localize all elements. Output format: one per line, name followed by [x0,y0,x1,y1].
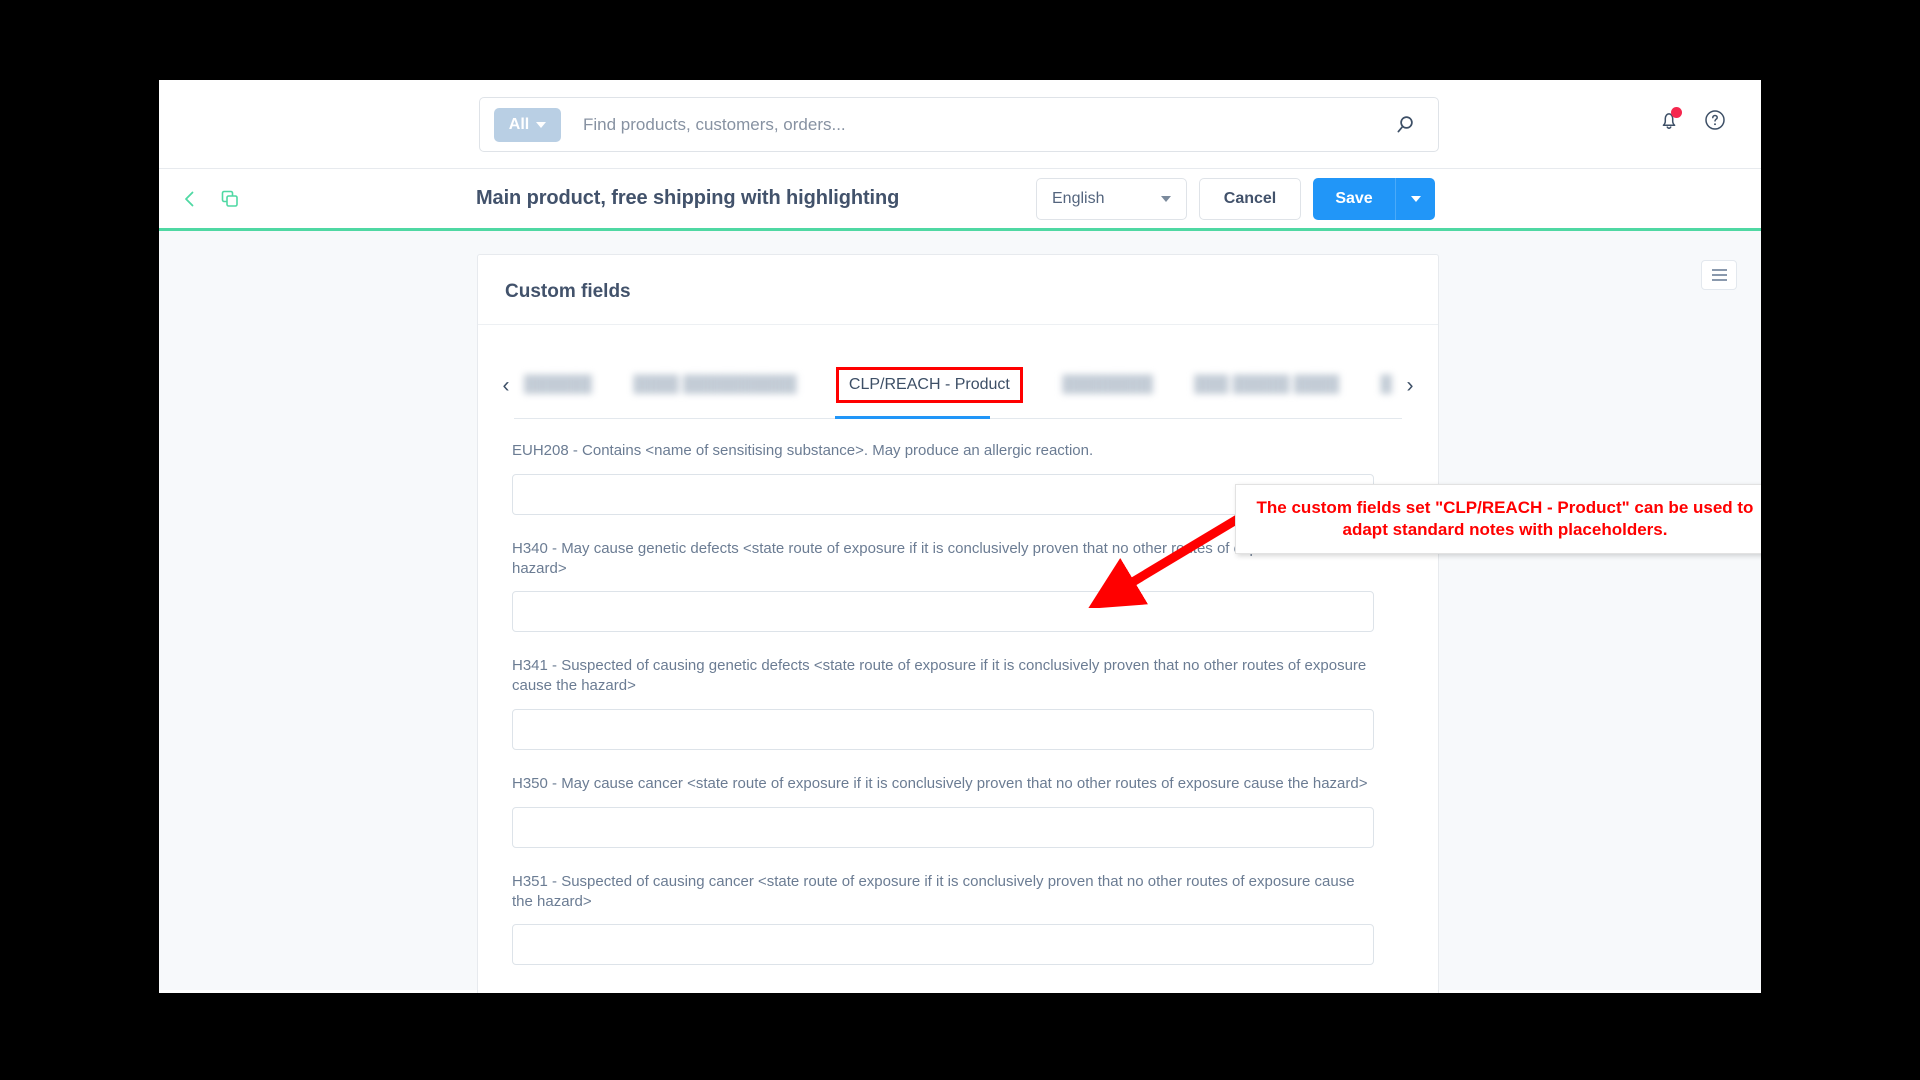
custom-field-label: H350 - May cause cancer <state route of … [512,774,1368,792]
global-search-bar: All [479,97,1439,152]
annotation-text: The custom fields set "CLP/REACH - Produ… [1256,498,1754,539]
tab-item-3[interactable]: ████████ [1060,370,1155,400]
app-viewport: All Find products, customers, orders... … [159,80,1761,993]
bar-3 [1711,279,1727,281]
content-area: Custom fields ‹ ██████ ████ ██████████ CLP… [159,231,1761,993]
page-title: Main product, free shipping with highlig… [476,187,900,209]
annotation-callout: The custom fields set "CLP/REACH - Produ… [1235,484,1761,554]
tab-strip: ‹ ██████ ████ ██████████ CLP/REACH - Produ… [478,351,1438,419]
chevron-down-icon [1410,195,1421,202]
tab-active-underline [835,416,990,419]
chevron-down-icon [1161,195,1171,202]
header-nav-icons [179,188,241,210]
notification-badge [1671,107,1682,118]
annotation-arrow [1087,513,1244,608]
custom-field-input[interactable] [512,924,1374,966]
tab-list: ██████ ████ ██████████ CLP/REACH - Product… [516,351,1400,419]
header-actions: English Cancel Save [1036,177,1435,220]
chevron-left-icon[interactable] [179,188,201,210]
tab-prev-arrow[interactable]: ‹ [496,375,516,396]
custom-field-label: H351 - Suspected of causing cancer <stat… [512,872,1355,910]
tab-item-1[interactable]: ████ ██████████ [631,370,798,400]
card-title: Custom fields [505,281,631,302]
search-scope-selector[interactable]: All [494,107,561,142]
cancel-button[interactable]: Cancel [1199,177,1301,220]
help-circle-icon[interactable] [1703,108,1727,132]
top-search-bar: All [159,80,1761,169]
language-select[interactable]: English [1036,177,1187,220]
custom-field-input[interactable] [512,806,1374,848]
tab-item-5[interactable]: █ [1379,370,1394,400]
tab-clp-reach-product[interactable]: CLP/REACH - Product [835,367,1023,403]
bar-1 [1711,269,1727,271]
hamburger-bars [1711,268,1727,283]
custom-field-input[interactable] [512,708,1374,750]
search-icon[interactable] [1395,114,1416,135]
bar-2 [1711,274,1727,276]
search-input[interactable] [583,114,1395,135]
tab-item-4[interactable]: ███ █████ ████ [1192,370,1341,400]
save-button-group: Save [1313,177,1435,220]
custom-field-2: H341 - Suspected of causing genetic defe… [512,656,1404,750]
custom-field-4: H351 - Suspected of causing cancer <stat… [512,872,1404,966]
page-header-bar: Main product, free shipping with highlig… [159,169,1761,231]
search-scope-label: All [508,115,530,133]
custom-fields-card: Custom fields ‹ ██████ ████ ██████████ CLP… [477,254,1439,993]
save-dropdown-button[interactable] [1395,177,1435,220]
save-button[interactable]: Save [1313,177,1395,220]
tab-next-arrow[interactable]: › [1400,375,1420,396]
custom-field-3: H350 - May cause cancer <state route of … [512,774,1404,848]
tab-item-0[interactable]: ██████ [522,370,594,400]
custom-field-label: EUH208 - Contains <name of sensitising s… [512,442,1094,459]
list-menu-icon[interactable] [1701,260,1737,290]
topbar-actions [1657,107,1727,132]
bell-icon[interactable] [1657,107,1682,132]
chevron-down-icon [536,121,547,128]
language-select-value: English [1052,189,1105,207]
divider [478,324,1438,325]
custom-field-label: H341 - Suspected of causing genetic defe… [512,657,1367,695]
copy-icon[interactable] [219,188,241,210]
